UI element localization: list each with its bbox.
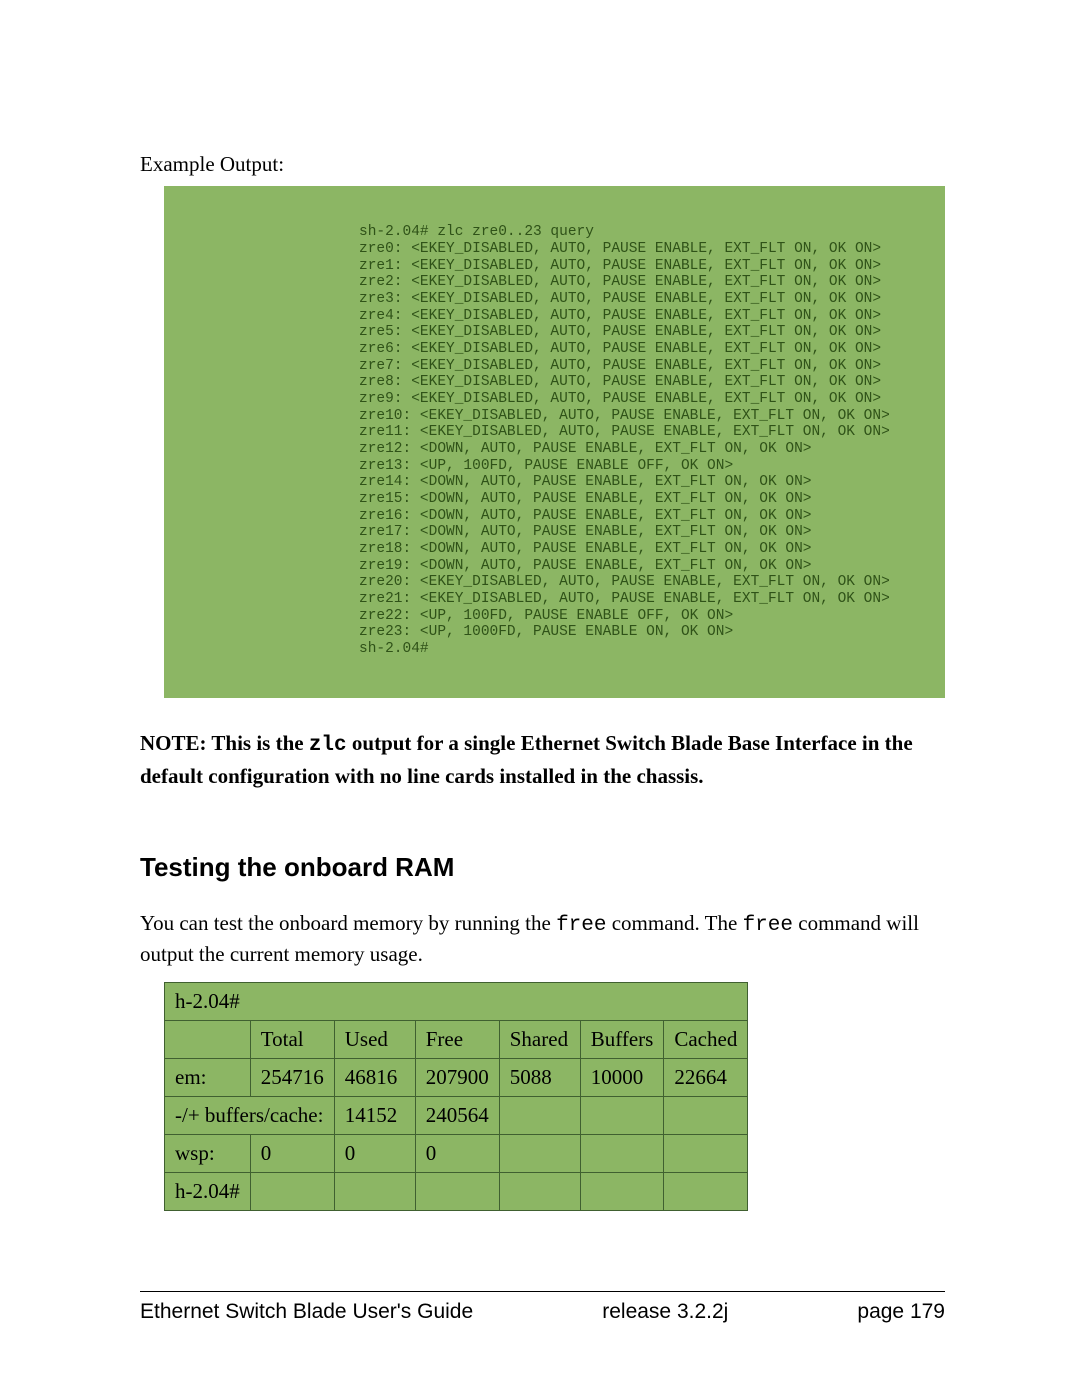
row-em-buffers: 10000: [580, 1059, 664, 1097]
row-wsp-free: 0: [415, 1135, 499, 1173]
footer-guide-title: Ethernet Switch Blade User's Guide: [140, 1300, 473, 1324]
p1b: command. The: [606, 911, 742, 935]
note-code: zlc: [309, 734, 347, 757]
example-output-label: Example Output:: [140, 150, 945, 178]
row-bc-empty2: [580, 1097, 664, 1135]
row-em-used: 46816: [334, 1059, 415, 1097]
header-buffers: Buffers: [580, 1021, 664, 1059]
p1-code1: free: [556, 914, 606, 937]
free-output-table: h-2.04# Total Used Free Shared Buffers C…: [164, 982, 748, 1211]
header-shared: Shared: [499, 1021, 580, 1059]
empty-cell: [499, 1173, 580, 1211]
row-bc-free: 240564: [415, 1097, 499, 1135]
footer-release-label: release 3.2.2j: [602, 1300, 728, 1324]
empty-cell: [664, 1173, 748, 1211]
table-row: h-2.04#: [165, 983, 748, 1021]
row-wsp-empty1: [499, 1135, 580, 1173]
p1-code2: free: [743, 914, 793, 937]
note-prefix: NOTE: This is the: [140, 731, 309, 755]
empty-cell: [250, 1173, 334, 1211]
footer-page-number: page 179: [857, 1300, 945, 1324]
empty-cell: [334, 1173, 415, 1211]
section-heading-testing-ram: Testing the onboard RAM: [140, 852, 945, 883]
header-used: Used: [334, 1021, 415, 1059]
row-bc-used: 14152: [334, 1097, 415, 1135]
footer-rule: [140, 1291, 945, 1292]
prompt-cell-end: h-2.04#: [165, 1173, 251, 1211]
header-blank: [165, 1021, 251, 1059]
table-row: h-2.04#: [165, 1173, 748, 1211]
table-row: wsp: 0 0 0: [165, 1135, 748, 1173]
table-row: -/+ buffers/cache: 14152 240564: [165, 1097, 748, 1135]
zlc-output-pre: sh-2.04# zlc zre0..23 query zre0: <EKEY_…: [359, 224, 925, 657]
row-wsp-total: 0: [250, 1135, 334, 1173]
zlc-output-block: sh-2.04# zlc zre0..23 query zre0: <EKEY_…: [164, 186, 945, 697]
row-wsp-label: wsp:: [165, 1135, 251, 1173]
header-cached: Cached: [664, 1021, 748, 1059]
page-footer: Ethernet Switch Blade User's Guide relea…: [140, 1300, 945, 1324]
row-em-free: 207900: [415, 1059, 499, 1097]
table-row: Total Used Free Shared Buffers Cached: [165, 1021, 748, 1059]
row-em-label: em:: [165, 1059, 251, 1097]
header-total: Total: [250, 1021, 334, 1059]
empty-cell: [415, 1173, 499, 1211]
row-bc-empty1: [499, 1097, 580, 1135]
row-wsp-empty2: [580, 1135, 664, 1173]
row-em-cached: 22664: [664, 1059, 748, 1097]
row-wsp-empty3: [664, 1135, 748, 1173]
p1a: You can test the onboard memory by runni…: [140, 911, 556, 935]
row-bc-empty3: [664, 1097, 748, 1135]
prompt-cell: h-2.04#: [165, 983, 748, 1021]
table-row: em: 254716 46816 207900 5088 10000 22664: [165, 1059, 748, 1097]
header-free: Free: [415, 1021, 499, 1059]
row-wsp-used: 0: [334, 1135, 415, 1173]
row-bc-label: -/+ buffers/cache:: [165, 1097, 335, 1135]
empty-cell: [580, 1173, 664, 1211]
row-em-shared: 5088: [499, 1059, 580, 1097]
note-paragraph: NOTE: This is the zlc output for a singl…: [140, 728, 945, 792]
ram-test-paragraph: You can test the onboard memory by runni…: [140, 909, 945, 969]
row-em-total: 254716: [250, 1059, 334, 1097]
